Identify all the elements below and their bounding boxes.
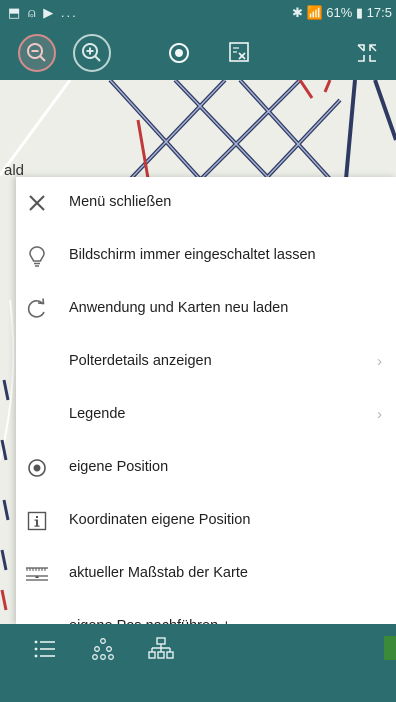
coordinates-close-icon [229,42,249,62]
menu-item-label: Polterdetails anzeigen [69,353,212,369]
exit-fullscreen-icon [357,44,377,62]
menu-item-label: Anwendung und Karten neu laden [69,300,289,316]
lightbulb-icon [29,246,45,267]
exit-fullscreen-button[interactable] [348,34,386,72]
bottom-navigation [0,624,396,702]
tree-network-icon [92,638,114,660]
menu-item-pile-details[interactable]: Polterdetails anzeigen › [16,336,396,389]
chevron-right-icon: › [377,406,382,423]
menu-item-own-position[interactable]: eigene Position [16,442,396,495]
menu-item-label: Legende [69,406,126,422]
coordinates-button[interactable] [220,34,258,72]
target-icon [28,459,46,477]
chevron-right-icon: › [377,353,382,370]
zoom-in-button[interactable] [73,34,111,72]
map-toolbar [0,26,396,80]
status-bar: ⬒ ⍝ ▶ ... ✱ 📶 61% ▮ 17:5 [0,0,396,26]
menu-item-label: Koordinaten eigene Position [69,512,251,528]
menu-item-map-scale[interactable]: aktueller Maßstab der Karte [16,548,396,601]
menu-item-reload-app[interactable]: Anwendung und Karten neu laden [16,283,396,336]
scale-ruler-icon [26,567,48,581]
menu-item-close-menu[interactable]: Menü schließen [16,177,396,230]
info-box-icon [27,511,47,531]
reload-icon [27,298,45,318]
status-right-text: ✱ 📶 61% ▮ 17:5 [291,5,392,20]
app-corner-icon[interactable] [384,636,396,660]
menu-list-icon [34,640,55,658]
menu-item-keep-screen-on[interactable]: Bildschirm immer eingeschaltet lassen [16,230,396,283]
zoom-out-button[interactable] [18,34,56,72]
my-location-button[interactable] [160,34,198,72]
hierarchy-icon [148,637,174,659]
menu-item-label: Bildschirm immer eingeschaltet lassen [69,247,316,263]
zoom-in-icon [82,43,101,62]
menu-item-label: Menü schließen [69,194,172,210]
overflow-menu: Menü schließen Bildschirm immer eingesch… [16,177,396,635]
menu-item-label: eigene Position [69,459,169,475]
menu-item-legend[interactable]: Legende › [16,389,396,442]
close-icon [29,195,45,211]
menu-list-button[interactable] [32,636,58,662]
menu-item-label: aktueller Maßstab der Karte [69,565,248,581]
hierarchy-button[interactable] [148,636,174,662]
menu-item-own-coordinates[interactable]: Koordinaten eigene Position [16,495,396,548]
my-location-icon [169,43,189,63]
tree-network-button[interactable] [90,636,116,662]
status-left-icons: ⬒ ⍝ ▶ ... [8,5,78,20]
zoom-out-icon [27,43,46,62]
